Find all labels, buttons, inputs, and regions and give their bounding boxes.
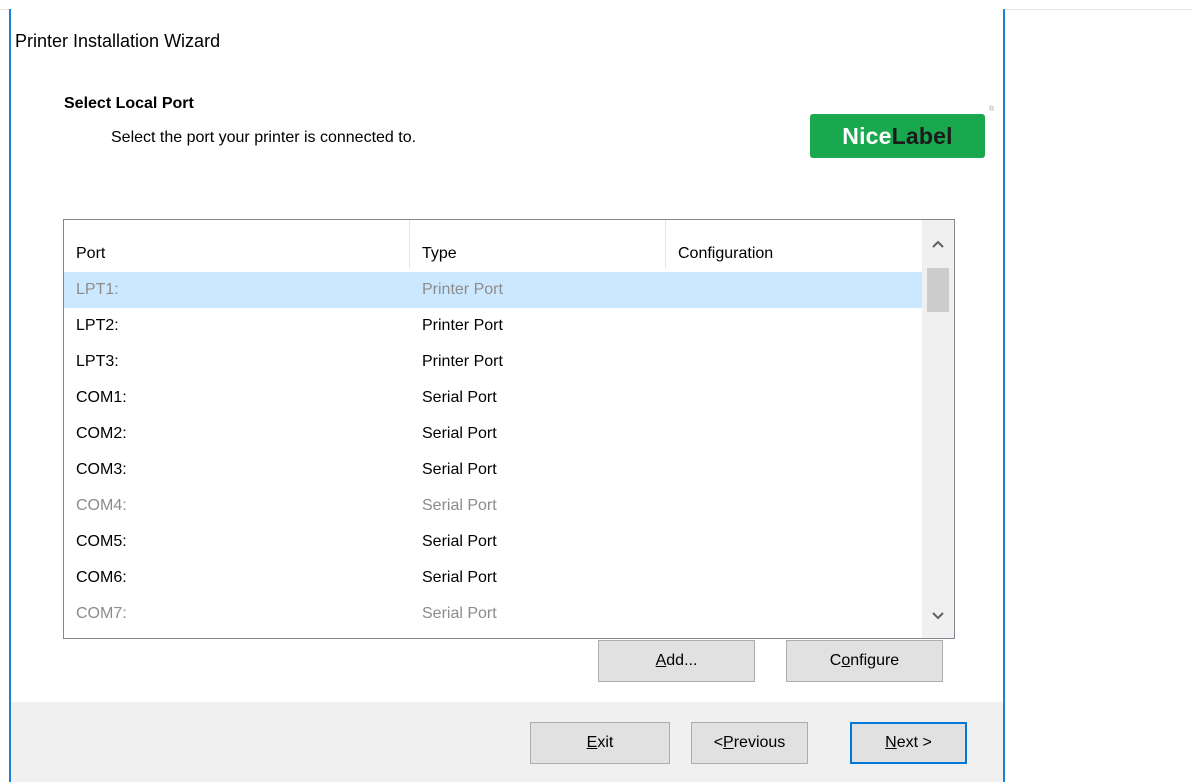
scroll-up-button[interactable]: [922, 228, 954, 260]
port-name: LPT3:: [76, 353, 119, 370]
configure-label-key: o: [841, 652, 851, 669]
port-row[interactable]: LPT2: Printer Port: [64, 308, 924, 344]
add-button[interactable]: Add...: [598, 640, 755, 682]
configure-label-pre: C: [829, 652, 842, 669]
next-label-post: ext >: [896, 734, 932, 751]
port-name: COM2:: [76, 425, 127, 442]
previous-label-key: P: [723, 734, 734, 751]
port-type: Serial Port: [422, 497, 497, 514]
port-list-header: Port Type Configuration: [64, 220, 924, 268]
nicelabel-logo: Nice Label: [810, 114, 985, 158]
port-row[interactable]: COM2: Serial Port: [64, 416, 924, 452]
logo-text-label: Label: [891, 122, 953, 149]
port-name: LPT1:: [76, 281, 119, 298]
port-name: COM7:: [76, 605, 127, 622]
port-type: Serial Port: [422, 605, 497, 622]
chevron-down-icon: [932, 612, 944, 620]
port-type: Serial Port: [422, 533, 497, 550]
port-name: COM4:: [76, 497, 127, 514]
page-subheading: Select the port your printer is connecte…: [111, 129, 417, 146]
column-header-configuration[interactable]: Configuration: [666, 220, 924, 268]
port-row[interactable]: COM5: Serial Port: [64, 524, 924, 560]
exit-button[interactable]: Exit: [530, 722, 670, 764]
port-list[interactable]: Port Type Configuration LPT1: Printer Por…: [63, 219, 955, 639]
previous-label-post: revious: [733, 734, 786, 751]
port-row[interactable]: COM7: Serial Port: [64, 596, 924, 632]
configure-button[interactable]: Co nfigure: [786, 640, 943, 682]
port-type: Printer Port: [422, 353, 503, 370]
port-row[interactable]: LPT3: Printer Port: [64, 344, 924, 380]
column-header-type[interactable]: Type: [410, 220, 666, 268]
exit-label-post: xit: [597, 734, 614, 751]
port-type: Printer Port: [422, 317, 503, 334]
port-row[interactable]: LPT1: Printer Port: [64, 272, 924, 308]
next-button[interactable]: Next >: [850, 722, 967, 764]
configure-label-post: nfigure: [850, 652, 900, 669]
scroll-thumb[interactable]: [927, 268, 949, 312]
port-type: Printer Port: [422, 281, 503, 298]
port-name: COM6:: [76, 569, 127, 586]
port-row[interactable]: COM3: Serial Port: [64, 452, 924, 488]
port-row[interactable]: COM4: Serial Port: [64, 488, 924, 524]
port-name: COM1:: [76, 389, 127, 406]
logo-text-nice: Nice: [842, 122, 892, 149]
next-label-key: N: [885, 734, 897, 751]
add-label-key: A: [655, 652, 667, 669]
vertical-scrollbar[interactable]: [922, 220, 954, 638]
port-type: Serial Port: [422, 569, 497, 586]
port-name: COM3:: [76, 461, 127, 478]
port-name: COM5:: [76, 533, 127, 550]
port-row[interactable]: COM6: Serial Port: [64, 560, 924, 596]
port-type: Serial Port: [422, 389, 497, 406]
exit-label-key: E: [586, 734, 598, 751]
previous-button[interactable]: < Previous: [691, 722, 808, 764]
wizard-window: Printer Installation Wizard Select Local…: [9, 9, 1005, 782]
window-title: Printer Installation Wizard: [15, 31, 221, 51]
port-type: Serial Port: [422, 461, 497, 478]
add-label-post: dd...: [666, 652, 698, 669]
port-type: Serial Port: [422, 425, 497, 442]
port-name: LPT2:: [76, 317, 119, 334]
previous-label-pre: <: [713, 734, 724, 751]
scroll-down-button[interactable]: [922, 600, 954, 632]
port-rows: LPT1: Printer Port LPT2: Printer Port LPT3: P…: [64, 272, 924, 632]
column-header-port[interactable]: Port: [64, 220, 410, 268]
chevron-up-icon: [932, 240, 944, 248]
wizard-footer: Exit < Previous Next >: [11, 702, 1003, 782]
page-heading: Select Local Port: [64, 95, 194, 112]
registered-mark: ®: [989, 106, 995, 113]
port-row[interactable]: COM1: Serial Port: [64, 380, 924, 416]
